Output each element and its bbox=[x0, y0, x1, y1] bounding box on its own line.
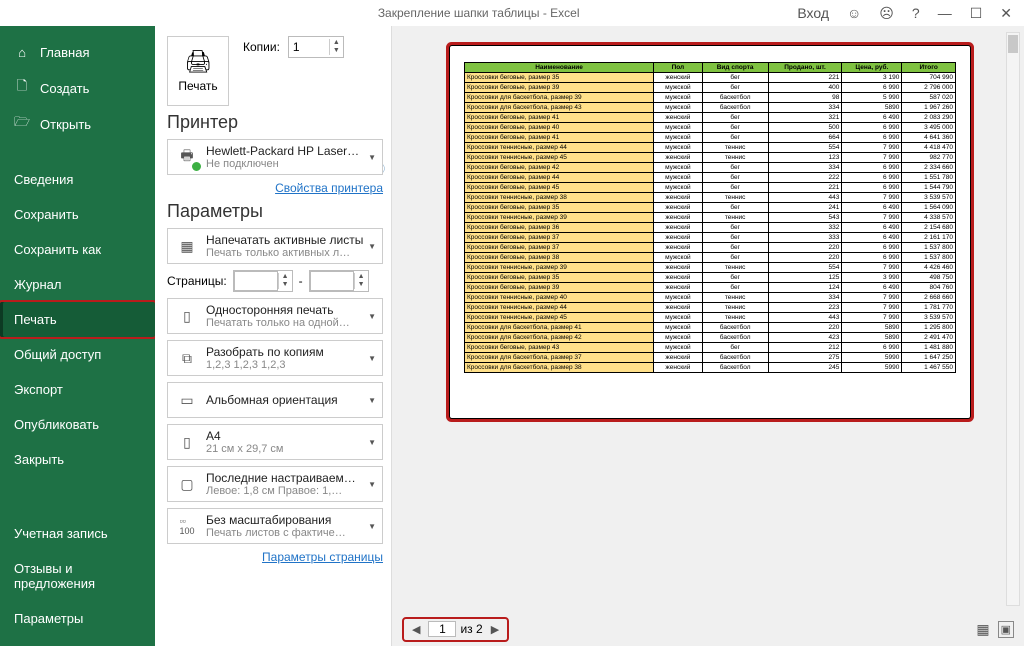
sad-face-icon[interactable]: ☹ bbox=[879, 5, 894, 22]
sidebar-item-print[interactable]: Печать bbox=[0, 302, 155, 337]
printer-icon: 🖨 bbox=[184, 49, 212, 75]
spin-up-icon[interactable]: ▲ bbox=[330, 39, 343, 47]
collate-selector[interactable]: ⧉ Разобрать по копиям1,2,3 1,2,3 1,2,3 ▼ bbox=[167, 340, 383, 376]
sidebar-item-save[interactable]: Сохранить bbox=[0, 197, 155, 232]
chevron-down-icon: ▼ bbox=[364, 312, 376, 321]
chevron-down-icon: ▼ bbox=[364, 522, 376, 531]
pages-range: Страницы: ▲▼ - ▲▼ bbox=[167, 270, 383, 292]
chevron-down-icon: ▼ bbox=[364, 438, 376, 447]
margins-icon: ▢ bbox=[174, 471, 200, 497]
params-heading: Параметры bbox=[167, 201, 383, 222]
preview-page: НаименованиеПолВид спортаПродано, шт.Цен… bbox=[450, 46, 970, 418]
sidebar-item-export[interactable]: Экспорт bbox=[0, 372, 155, 407]
sidebar-item-options[interactable]: Параметры bbox=[0, 601, 155, 636]
page-setup-link[interactable]: Параметры страницы bbox=[167, 550, 383, 564]
help-icon[interactable]: ? bbox=[912, 5, 920, 21]
printer-properties-link[interactable]: Свойства принтера bbox=[167, 181, 383, 195]
spin-down-icon[interactable]: ▼ bbox=[330, 47, 343, 55]
prev-page-button[interactable]: ◀ bbox=[408, 621, 424, 638]
close-icon[interactable]: ✕ bbox=[1000, 5, 1012, 22]
window-title: Закрепление шапки таблицы - Excel bbox=[160, 6, 797, 20]
next-page-button[interactable]: ▶ bbox=[487, 621, 503, 638]
paper-size-selector[interactable]: ▯ A421 см x 29,7 см ▼ bbox=[167, 424, 383, 460]
scale-icon: ▫▫100 bbox=[174, 513, 200, 539]
home-icon: ⌂ bbox=[14, 44, 30, 60]
scaling-selector[interactable]: ▫▫100 Без масштабированияПечать листов с… bbox=[167, 508, 383, 544]
backstage-sidebar: ⌂Главная 🗋Создать 🗁Открыть Сведения Сохр… bbox=[0, 26, 155, 646]
sidebar-item-share[interactable]: Общий доступ bbox=[0, 337, 155, 372]
printer-heading: Принтер bbox=[167, 112, 383, 133]
sidebar-item-feedback[interactable]: Отзывы и предложения bbox=[0, 551, 155, 601]
copies-label: Копии: bbox=[243, 40, 280, 54]
zoom-to-page-icon[interactable]: ▣ bbox=[998, 621, 1014, 638]
sidebar-item-info[interactable]: Сведения bbox=[0, 162, 155, 197]
chevron-down-icon: ▼ bbox=[364, 153, 376, 162]
sheets-icon: ▦ bbox=[174, 233, 200, 259]
current-page-input[interactable] bbox=[428, 621, 456, 637]
titlebar-actions: Вход ☺ ☹ ? — ☐ ✕ bbox=[797, 5, 1020, 22]
sidebar-item-publish[interactable]: Опубликовать bbox=[0, 407, 155, 442]
print-preview: НаименованиеПолВид спортаПродано, шт.Цен… bbox=[391, 26, 1024, 646]
page-from-input[interactable]: ▲▼ bbox=[233, 270, 293, 292]
maximize-icon[interactable]: ☐ bbox=[970, 5, 983, 22]
chevron-down-icon: ▼ bbox=[364, 354, 376, 363]
chevron-down-icon: ▼ bbox=[364, 480, 376, 489]
landscape-icon: ▭ bbox=[174, 387, 200, 413]
happy-face-icon[interactable]: ☺ bbox=[847, 5, 861, 21]
sidebar-item-history[interactable]: Журнал bbox=[0, 267, 155, 302]
page-to-input[interactable]: ▲▼ bbox=[309, 270, 369, 292]
preview-footer: ◀ из 2 ▶ ▦ ▣ bbox=[392, 612, 1024, 646]
page-total-label: из 2 bbox=[460, 622, 482, 636]
sidebar-item-close[interactable]: Закрыть bbox=[0, 442, 155, 477]
copies-stepper[interactable]: ▲▼ bbox=[288, 36, 344, 58]
copies-input[interactable] bbox=[289, 38, 329, 56]
sidebar-item-account[interactable]: Учетная запись bbox=[0, 516, 155, 551]
vertical-scrollbar[interactable] bbox=[1006, 32, 1020, 606]
page-navigator: ◀ из 2 ▶ bbox=[402, 617, 509, 642]
open-icon: 🗁 bbox=[14, 116, 30, 132]
preview-table: НаименованиеПолВид спортаПродано, шт.Цен… bbox=[464, 62, 956, 373]
minimize-icon[interactable]: — bbox=[938, 5, 952, 21]
printer-selector[interactable]: 🖶 Hewlett-Packard HP LaserJe…Не подключе… bbox=[167, 139, 383, 175]
collate-icon: ⧉ bbox=[174, 345, 200, 371]
chevron-down-icon: ▼ bbox=[364, 396, 376, 405]
login-link[interactable]: Вход bbox=[797, 5, 829, 21]
chevron-down-icon: ▼ bbox=[364, 242, 376, 251]
sidebar-item-home[interactable]: ⌂Главная bbox=[0, 34, 155, 70]
titlebar: Закрепление шапки таблицы - Excel Вход ☺… bbox=[0, 0, 1024, 26]
print-what-selector[interactable]: ▦ Напечатать активные листыПечать только… bbox=[167, 228, 383, 264]
new-icon: 🗋 bbox=[14, 80, 30, 96]
sidebar-item-open[interactable]: 🗁Открыть bbox=[0, 106, 155, 142]
sidebar-item-create[interactable]: 🗋Создать bbox=[0, 70, 155, 106]
sides-selector[interactable]: ▯ Односторонняя печатьПечатать только на… bbox=[167, 298, 383, 334]
paper-icon: ▯ bbox=[174, 429, 200, 455]
orientation-selector[interactable]: ▭ Альбомная ориентация ▼ bbox=[167, 382, 383, 418]
sidebar-item-saveas[interactable]: Сохранить как bbox=[0, 232, 155, 267]
margins-selector[interactable]: ▢ Последние настраиваемы…Левое: 1,8 см П… bbox=[167, 466, 383, 502]
print-settings-panel: 🖨 Печать Копии: ▲▼ ⓘ Принтер 🖶 Hewlett-P… bbox=[155, 26, 391, 646]
show-margins-icon[interactable]: ▦ bbox=[976, 621, 989, 638]
print-button[interactable]: 🖨 Печать bbox=[167, 36, 229, 106]
one-side-icon: ▯ bbox=[174, 303, 200, 329]
printer-device-icon: 🖶 bbox=[174, 144, 200, 170]
